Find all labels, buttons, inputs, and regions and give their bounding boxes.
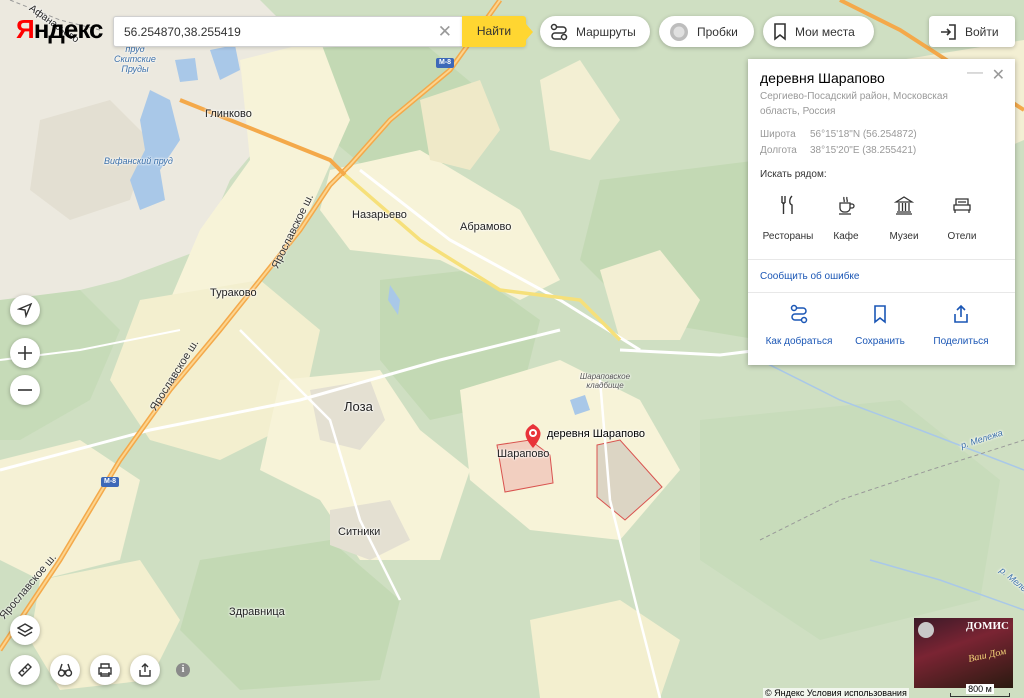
bookmark-icon <box>874 305 886 324</box>
nearby-cafe[interactable]: Кафе <box>815 195 877 242</box>
map-footer: © Яндекс Условия использования <box>763 688 909 698</box>
advertisement[interactable]: ДОМИС Ваш Дом <box>914 618 1013 688</box>
routes-button[interactable]: Маршруты <box>540 16 650 47</box>
bed-icon <box>953 198 971 213</box>
place-label: Шарапово <box>497 448 550 460</box>
fork-knife-icon <box>781 195 793 214</box>
traffic-button[interactable]: Пробки <box>659 16 754 47</box>
water-label: Вифанский пруд <box>104 156 173 166</box>
place-region: Сергиево-Посадский район, Московская обл… <box>760 91 948 117</box>
place-label: Тураково <box>210 287 257 299</box>
category-label: Рестораны <box>762 231 814 242</box>
terms-link[interactable]: Условия использования <box>807 688 907 698</box>
login-icon <box>941 23 956 40</box>
share-map-button[interactable] <box>130 655 160 685</box>
place-title: деревня Шарапово <box>760 70 885 86</box>
nearby-museums[interactable]: Музеи <box>873 195 935 242</box>
minus-icon <box>18 389 32 391</box>
logo-rest: ндекс <box>33 14 104 44</box>
water-label: пруд Скитские Пруды <box>114 44 156 74</box>
divider <box>748 259 1015 260</box>
binoculars-icon <box>57 663 73 677</box>
printer-icon <box>98 663 112 677</box>
route-icon <box>790 304 808 324</box>
longitude-value[interactable]: 38°15'20"E (38.255421) <box>810 145 916 156</box>
ruler-button[interactable] <box>10 655 40 685</box>
traffic-label: Пробки <box>697 24 738 39</box>
share-action[interactable]: Поделиться <box>916 304 1006 347</box>
latitude-value[interactable]: 56°15'18"N (56.254872) <box>810 129 917 140</box>
panorama-button[interactable] <box>50 655 80 685</box>
info-icon: i <box>181 664 185 675</box>
ad-brand: ДОМИС <box>965 620 1009 632</box>
action-label: Поделиться <box>933 336 989 347</box>
location-arrow-icon <box>17 302 33 318</box>
nearby-restaurants[interactable]: Рестораны <box>757 195 819 242</box>
info-button[interactable]: i <box>176 663 190 677</box>
share-icon <box>954 304 968 323</box>
yandex-logo[interactable]: Яндекс <box>16 14 103 45</box>
road-shield: М-8 <box>101 477 120 487</box>
traffic-icon <box>670 22 688 41</box>
museum-icon <box>894 196 914 215</box>
login-label: Войти <box>965 24 999 39</box>
copyright[interactable]: © Яндекс <box>765 688 804 698</box>
place-label: Ситники <box>338 526 381 538</box>
marker-label: деревня Шарапово <box>547 428 646 440</box>
place-label: Назарьево <box>352 209 407 221</box>
route-icon <box>550 23 568 40</box>
my-places-button[interactable]: Мои места <box>763 16 874 47</box>
divider <box>748 292 1015 293</box>
ad-tagline: Ваш Дом <box>967 646 1008 665</box>
place-label: Здравница <box>229 606 285 618</box>
clear-icon[interactable]: ✕ <box>438 22 452 42</box>
road-shield: М-8 <box>436 58 455 68</box>
scale-bar: 800 м <box>950 684 1010 697</box>
action-label: Как добраться <box>765 336 833 347</box>
category-label: Музеи <box>889 231 919 242</box>
search-input[interactable] <box>122 24 426 40</box>
place-label: Абрамово <box>460 221 512 233</box>
routes-label: Маршруты <box>576 24 636 39</box>
zoom-out-button[interactable] <box>10 375 40 405</box>
place-label: Глинково <box>205 108 252 120</box>
nearby-hotels[interactable]: Отели <box>931 195 993 242</box>
share-icon <box>139 663 151 677</box>
locate-button[interactable] <box>10 295 40 325</box>
plus-icon <box>18 346 32 360</box>
bookmark-icon <box>774 22 786 41</box>
place-card: деревня Шарапово — ✕ Сергиево-Посадский … <box>748 59 1015 365</box>
nearby-title: Искать рядом: <box>760 169 827 180</box>
directions-action[interactable]: Как добраться <box>754 304 844 347</box>
cemetery-label: Шараповское кладбище <box>579 372 631 390</box>
logo-first-letter: Я <box>16 14 35 44</box>
category-label: Отели <box>947 231 977 242</box>
save-action[interactable]: Сохранить <box>835 304 925 347</box>
action-label: Сохранить <box>855 336 905 347</box>
find-button[interactable]: Найти <box>462 16 533 47</box>
minimize-icon[interactable]: — <box>967 64 983 82</box>
close-icon[interactable]: ✕ <box>992 65 1005 85</box>
coffee-cup-icon <box>839 196 855 215</box>
print-button[interactable] <box>90 655 120 685</box>
zoom-in-button[interactable] <box>10 338 40 368</box>
layers-button[interactable] <box>10 615 40 645</box>
ruler-icon <box>18 663 32 677</box>
search-box: ✕ <box>113 16 462 47</box>
login-button[interactable]: Войти <box>929 16 1015 47</box>
layers-icon <box>17 623 33 637</box>
place-label: Лоза <box>344 399 373 414</box>
report-error-link[interactable]: Сообщить об ошибке <box>760 271 859 282</box>
latitude-label: Широта <box>760 129 796 140</box>
longitude-label: Долгота <box>760 145 797 156</box>
my-places-label: Мои места <box>795 24 855 39</box>
category-label: Кафе <box>833 231 859 242</box>
ad-logo-icon <box>918 622 934 638</box>
scale-line <box>950 693 1010 697</box>
